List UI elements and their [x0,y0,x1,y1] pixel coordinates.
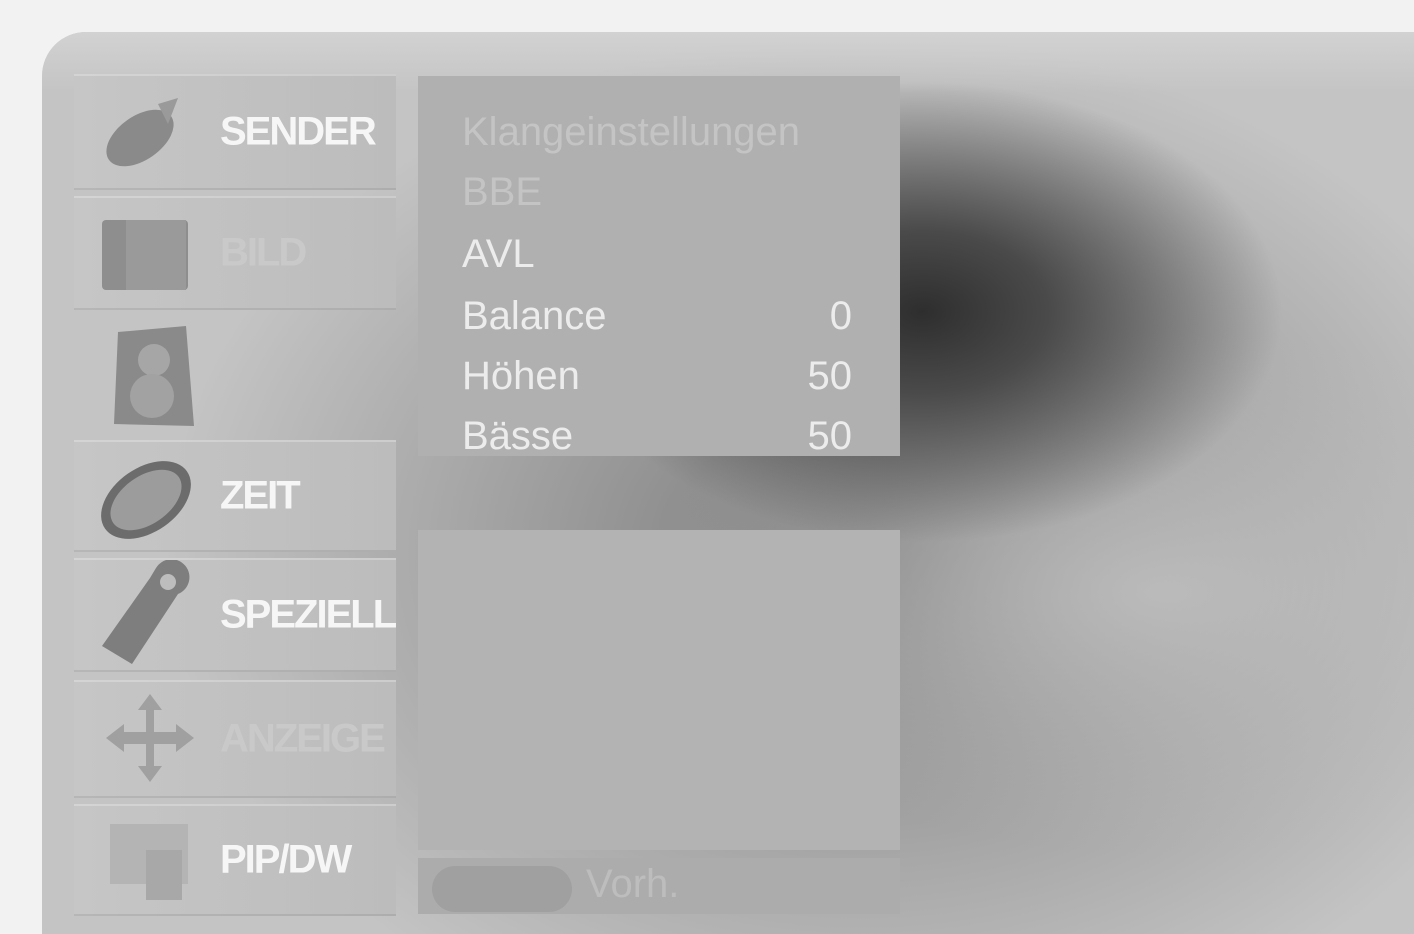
row-label: Höhen [462,354,580,398]
sidebar-item-sound[interactable] [74,316,396,434]
sidebar-item-label: SPEZIELL [220,592,397,637]
clock-icon [101,461,191,539]
tag-icon [102,560,190,664]
menu-row-avl[interactable]: AVL [462,226,852,282]
sidebar-item-label: BILD [220,230,307,275]
submenu-title: Klangeinstellungen [462,110,801,154]
sidebar-item-label: PIP/DW [220,837,352,882]
menu-row-bbe[interactable]: BBE [462,164,852,220]
sidebar-item-anzeige[interactable]: ANZEIGE [74,680,396,798]
sidebar-item-label: ZEIT [220,473,301,518]
previous-button[interactable] [432,866,572,912]
sidebar-item-label: ANZEIGE [220,716,386,761]
sidebar-item-bild[interactable]: BILD [74,196,396,310]
sidebar-item-label: SENDER [220,109,377,154]
sidebar-item-sender[interactable]: SENDER [74,74,396,190]
sound-submenu: Klangeinstellungen BBE AVL Balance 0 Höh… [418,76,900,458]
sidebar-item-speziell[interactable]: SPEZIELL [74,558,397,672]
sidebar-item-pipdw[interactable]: PIP/DW [74,804,396,916]
row-value: 50 [807,354,853,398]
sidebar-item-zeit[interactable]: ZEIT [74,440,396,552]
menu-row-baesse[interactable]: Bässe 50 [462,408,852,464]
row-value: 0 [829,294,852,338]
screen-icon [102,220,188,290]
row-label: Balance [462,294,607,338]
row-label: Bässe [462,414,574,458]
pip-icon [110,824,188,900]
osd-menu: SENDER BILD ZEIT SPEZIELL ANZEIGE PIP/DW… [42,32,1414,934]
move-arrows-icon [106,694,194,782]
previous-label: Vorh. [586,862,680,906]
menu-row-hoehen[interactable]: Höhen 50 [462,348,852,404]
row-label: AVL [462,232,535,276]
menu-row-balance[interactable]: Balance 0 [462,288,852,344]
footer-bar: Vorh. [418,858,900,914]
info-panel [418,530,900,850]
satellite-dish-icon [106,98,178,167]
row-value: 50 [807,414,853,458]
speaker-icon [114,326,194,426]
row-label: BBE [462,170,543,214]
